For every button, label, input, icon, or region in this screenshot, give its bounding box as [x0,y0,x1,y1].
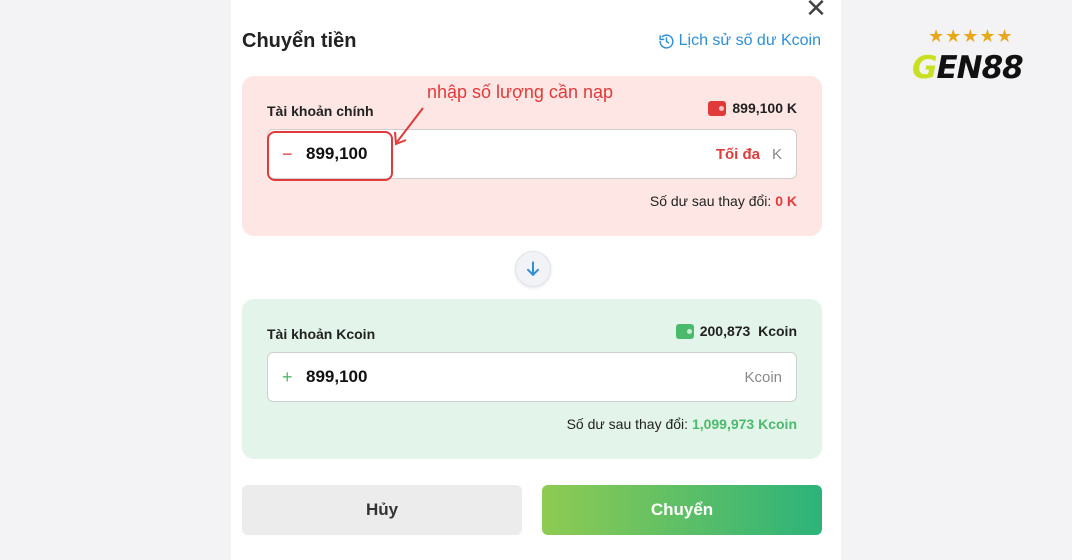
logo-stars-icon: ★★★★★ [928,26,1014,47]
cancel-button[interactable]: Hủy [242,485,522,535]
main-account-balance-value: 899,100 K [732,100,797,116]
history-link[interactable]: Lịch sử số dư Kcoin [658,32,821,50]
history-link-label: Lịch sử số dư Kcoin [678,32,821,49]
close-icon[interactable]: ✕ [803,0,829,22]
main-after-label: Số dư sau thay đổi: [649,193,772,209]
annotation-highlight-box [267,131,393,181]
kcoin-account-balance-value: 200,873 Kcoin [699,323,797,339]
main-account-balance: 899,100 K [708,100,797,116]
main-after-value: 0 K [775,193,797,209]
kcoin-account-label: Tài khoản Kcoin [267,326,376,342]
swap-button[interactable] [515,251,551,287]
kcoin-amount-input[interactable]: + 899,100 Kcoin [267,352,797,402]
modal-title: Chuyển tiền [242,30,357,52]
logo-brand: GEN88 [912,50,1024,86]
kcoin-amount-unit: Kcoin [744,368,782,386]
gen88-logo: ★★★★★ GEN88 [910,26,1050,90]
transfer-modal: ✕ Chuyển tiền Lịch sử số dư Kcoin Tài kh… [231,0,841,560]
kcoin-amount-value[interactable]: 899,100 [306,367,744,387]
kcoin-after-label: Số dư sau thay đổi: [566,416,689,432]
kcoin-account-balance: 200,873 Kcoin [675,323,797,339]
kcoin-after-value: 1,099,973 Kcoin [691,416,797,432]
logo-brand-rest: EN88 [936,50,1023,86]
wallet-icon [708,100,727,116]
wallet-icon [675,323,694,339]
annotation-arrow-icon [394,107,424,146]
kcoin-account-card: Tài khoản Kcoin 200,873 Kcoin + 899,100 … [242,299,822,459]
logo-brand-first: G [912,50,937,86]
annotation-text: nhập số lượng cần nạp [427,82,613,102]
arrow-down-icon [527,261,539,276]
plus-icon: + [282,366,293,387]
main-amount-unit: K [771,145,782,163]
kcoin-balance-after: Số dư sau thay đổi: 1,099,973 Kcoin [567,416,797,432]
main-account-label: Tài khoản chính [267,103,374,119]
history-clock-icon [659,33,674,49]
max-button[interactable]: Tối đa [716,146,760,163]
main-balance-after: Số dư sau thay đổi: 0 K [650,193,797,209]
transfer-button[interactable]: Chuyển [542,485,822,535]
